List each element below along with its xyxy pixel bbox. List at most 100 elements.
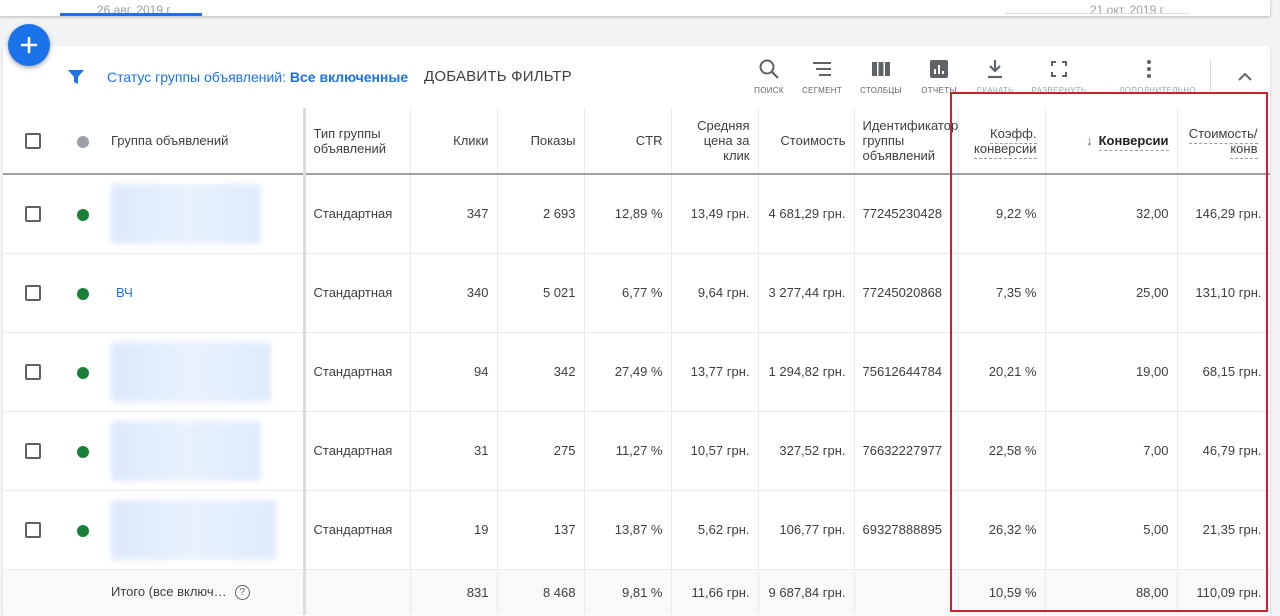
column-header-avg-cpc[interactable]: Средняя цена за клик <box>671 108 759 174</box>
cell-clicks: 19 <box>410 490 498 570</box>
table-row: Стандартная 94 342 27,49 % 13,77 грн. 1 … <box>3 332 1270 412</box>
cell-cost: 1 294,82 грн. <box>758 332 855 412</box>
total-impressions: 8 468 <box>497 569 585 615</box>
cell-cost-per-conv: 21,35 грн. <box>1177 490 1270 570</box>
row-checkbox[interactable] <box>3 253 63 333</box>
cell-impressions: 342 <box>497 332 585 412</box>
sort-arrow-icon: ↓ <box>1086 133 1093 148</box>
status-filter-chip[interactable]: Статус группы объявлений: Все включенные <box>107 69 408 85</box>
reports-label: ОТЧЕТЫ <box>921 86 957 95</box>
column-header-conv-rate[interactable]: Коэфф. конверсии <box>958 108 1046 174</box>
row-checkbox[interactable] <box>3 411 63 491</box>
redacted-name <box>111 183 261 244</box>
column-header-conversions[interactable]: ↓ Конверсии <box>1045 108 1178 174</box>
column-header-cost-per-conv[interactable]: Стоимость/ конв <box>1177 108 1270 174</box>
filter-toolbar: Статус группы объявлений: Все включенные… <box>3 46 1270 108</box>
column-header-id[interactable]: Идентификатор группы объявлений <box>854 108 959 174</box>
fullscreen-icon <box>1051 61 1067 77</box>
row-checkbox[interactable] <box>3 332 63 412</box>
header-row: Группа объявлений Тип группы объявлений … <box>3 108 1270 174</box>
cell-conversions: 7,00 <box>1045 411 1178 491</box>
column-header-ctr[interactable]: CTR <box>584 108 672 174</box>
filter-icon[interactable] <box>66 67 86 87</box>
more-vert-icon <box>1147 60 1151 78</box>
expand-label: РАЗВЕРНУТЬ <box>1031 86 1087 95</box>
column-header-impressions[interactable]: Показы <box>497 108 585 174</box>
total-cost: 9 687,84 грн. <box>758 569 855 615</box>
cell-avg-cpc: 13,77 грн. <box>671 332 759 412</box>
cell-conv-rate: 9,22 % <box>958 174 1046 254</box>
download-label: СКАЧАТЬ <box>976 86 1014 95</box>
segment-icon <box>813 62 831 76</box>
add-filter-button[interactable]: ДОБАВИТЬ ФИЛЬТР <box>424 68 572 85</box>
status-dot[interactable] <box>63 332 103 412</box>
help-icon[interactable]: ? <box>234 585 250 601</box>
download-tool[interactable]: СКАЧАТЬ <box>965 58 1025 95</box>
status-dot[interactable] <box>63 490 103 570</box>
cell-conversions: 25,00 <box>1045 253 1178 333</box>
ad-group-link[interactable]: ВЧ <box>116 285 133 300</box>
total-conversions: 88,00 <box>1045 569 1178 615</box>
cell-avg-cpc: 9,64 грн. <box>671 253 759 333</box>
columns-tool[interactable]: СТОЛБЦЫ <box>851 58 911 95</box>
column-header-cost[interactable]: Стоимость <box>758 108 855 174</box>
table-row: Стандартная 31 275 11,27 % 10,57 грн. 32… <box>3 411 1270 491</box>
cell-cost: 4 681,29 грн. <box>758 174 855 254</box>
cell-impressions: 2 693 <box>497 174 585 254</box>
row-checkbox[interactable] <box>3 490 63 570</box>
ad-group-name[interactable] <box>103 174 306 254</box>
total-ctr: 9,81 % <box>584 569 672 615</box>
reports-tool[interactable]: ОТЧЕТЫ <box>909 58 969 95</box>
ad-group-name[interactable] <box>103 332 306 412</box>
cell-conversions: 19,00 <box>1045 332 1178 412</box>
cell-conv-rate: 20,21 % <box>958 332 1046 412</box>
total-conv-rate: 10,59 % <box>958 569 1046 615</box>
cell-id: 77245020868 <box>854 253 959 333</box>
row-checkbox[interactable] <box>3 174 63 254</box>
date-end: 21 окт. 2019 г. <box>1090 3 1166 16</box>
select-all-checkbox[interactable] <box>3 108 63 174</box>
column-header-name[interactable]: Группа объявлений <box>103 108 306 174</box>
search-tool[interactable]: ПОИСК <box>739 58 799 95</box>
segment-label: СЕГМЕНТ <box>801 86 843 95</box>
cell-clicks: 340 <box>410 253 498 333</box>
chevron-up-icon[interactable] <box>1236 68 1254 86</box>
create-button[interactable] <box>8 24 50 66</box>
expand-tool[interactable]: РАЗВЕРНУТЬ <box>1029 58 1089 95</box>
ad-groups-table: Группа объявлений Тип группы объявлений … <box>3 108 1270 615</box>
cell-avg-cpc: 5,62 грн. <box>671 490 759 570</box>
cell-conv-rate: 26,32 % <box>958 490 1046 570</box>
cell-ctr: 12,89 % <box>584 174 672 254</box>
column-header-clicks[interactable]: Клики <box>410 108 498 174</box>
cell-impressions: 137 <box>497 490 585 570</box>
ad-group-name[interactable] <box>103 411 306 491</box>
cell-ctr: 27,49 % <box>584 332 672 412</box>
filter-value: Все включенные <box>289 69 409 85</box>
cell-avg-cpc: 10,57 грн. <box>671 411 759 491</box>
status-dot[interactable] <box>63 411 103 491</box>
cell-id: 77245230428 <box>854 174 959 254</box>
active-tab-indicator <box>60 13 202 16</box>
column-header-type[interactable]: Тип группы объявлений <box>304 108 411 174</box>
search-label: ПОИСК <box>754 86 784 95</box>
toolbar-divider <box>1210 60 1211 94</box>
cell-avg-cpc: 13,49 грн. <box>671 174 759 254</box>
totals-row: Итого (все включ…? 831 8 468 9,81 % 11,6… <box>3 569 1270 615</box>
filter-prefix: Статус группы объявлений: <box>107 69 286 85</box>
cell-type: Стандартная <box>304 490 411 570</box>
cell-impressions: 5 021 <box>497 253 585 333</box>
cell-cost-per-conv: 46,79 грн. <box>1177 411 1270 491</box>
ad-group-name[interactable]: ВЧ <box>103 253 306 333</box>
status-dot[interactable] <box>63 253 103 333</box>
status-dot[interactable] <box>63 174 103 254</box>
table-row: Стандартная 19 137 13,87 % 5,62 грн. 106… <box>3 490 1270 570</box>
segment-tool[interactable]: СЕГМЕНТ <box>792 58 852 95</box>
more-tool[interactable]: ДОПОЛНИТЕЛЬНО <box>1119 58 1196 95</box>
ad-group-name[interactable] <box>103 490 306 570</box>
columns-icon <box>872 62 890 76</box>
cell-cost-per-conv: 131,10 грн. <box>1177 253 1270 333</box>
redacted-name <box>111 499 276 560</box>
cell-id: 69327888895 <box>854 490 959 570</box>
cell-clicks: 347 <box>410 174 498 254</box>
more-label: ДОПОЛНИТЕЛЬНО <box>1119 86 1196 95</box>
